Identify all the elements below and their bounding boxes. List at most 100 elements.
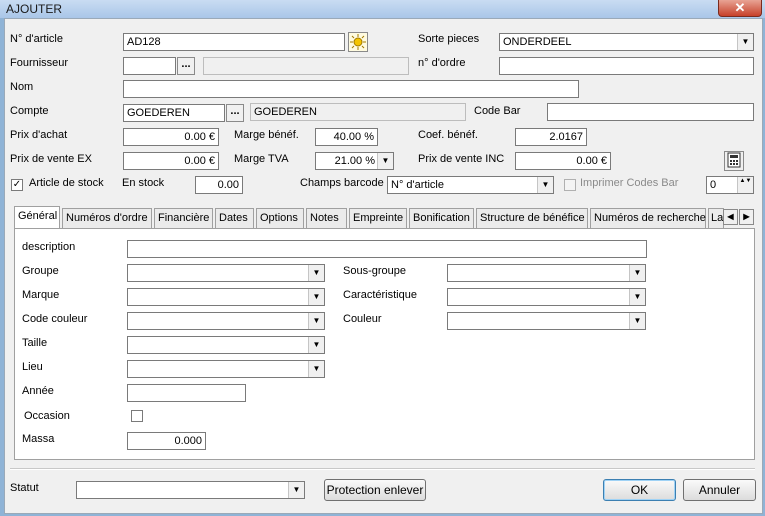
chevron-down-icon[interactable]: ▼ — [377, 153, 393, 169]
mass-label: Massa — [22, 433, 55, 445]
supplier-name-field — [203, 57, 409, 75]
tab-imprint[interactable]: Empreinte — [349, 208, 407, 228]
characteristic-select[interactable]: ▼ — [447, 288, 646, 306]
in-stock-field: 0.00 — [195, 176, 243, 194]
order-no-label: n° d'ordre — [418, 57, 466, 69]
status-select[interactable]: ▼ — [76, 481, 305, 499]
protection-remove-button[interactable]: Protection enlever — [324, 479, 426, 501]
barcode-field-select[interactable]: N° d'article ▼ — [387, 176, 554, 194]
size-select[interactable]: ▼ — [127, 336, 325, 354]
color-code-label: Code couleur — [22, 313, 88, 325]
description-label: description — [22, 241, 76, 253]
tab-search-numbers[interactable]: Numéros de recherche — [590, 208, 706, 228]
article-no-input[interactable]: AD128 — [123, 33, 345, 51]
account-name-field: GOEDEREN — [250, 103, 466, 121]
generate-number-button[interactable] — [348, 32, 368, 52]
supplier-lookup-button[interactable]: ... — [177, 57, 195, 75]
order-no-input[interactable] — [499, 57, 754, 75]
chevron-down-icon[interactable]: ▼ — [737, 34, 753, 50]
chevron-down-icon[interactable]: ▼ — [629, 313, 645, 329]
name-input[interactable] — [123, 80, 579, 98]
vat-select[interactable]: 21.00 % ▼ — [315, 152, 394, 170]
mass-input[interactable]: 0.000 — [127, 432, 206, 450]
tab-bonification[interactable]: Bonification — [409, 208, 474, 228]
print-count-stepper[interactable]: 0 ▲▼ — [706, 176, 754, 194]
in-stock-label: En stock — [122, 177, 165, 189]
barcode-label: Code Bar — [474, 105, 521, 117]
print-barcodes-checkbox[interactable] — [564, 179, 576, 191]
brand-select[interactable]: ▼ — [127, 288, 325, 306]
occasion-label: Occasion — [24, 410, 70, 422]
cancel-button[interactable]: Annuler — [683, 479, 756, 501]
footer-divider — [10, 468, 755, 470]
title-bar — [0, 0, 765, 18]
color-code-select[interactable]: ▼ — [127, 312, 325, 330]
chevron-down-icon[interactable]: ▼ — [308, 289, 324, 305]
tab-scroll-left-icon[interactable]: ◀ — [723, 209, 738, 225]
name-label: Nom — [10, 81, 34, 93]
sale-price-ex-label: Prix de vente EX — [10, 153, 92, 165]
spin-icon[interactable]: ▲▼ — [737, 177, 753, 193]
place-select[interactable]: ▼ — [127, 360, 325, 378]
tab-notes[interactable]: Notes — [306, 208, 347, 228]
calculator-button[interactable] — [724, 151, 744, 171]
occasion-checkbox[interactable] — [131, 410, 143, 422]
group-select[interactable]: ▼ — [127, 264, 325, 282]
chevron-down-icon[interactable]: ▼ — [308, 361, 324, 377]
chevron-down-icon[interactable]: ▼ — [308, 313, 324, 329]
chevron-down-icon[interactable]: ▼ — [308, 337, 324, 353]
print-count-value: 0 — [710, 179, 717, 191]
chevron-down-icon[interactable]: ▼ — [308, 265, 324, 281]
tab-options[interactable]: Options — [256, 208, 304, 228]
stock-article-checkbox[interactable]: ✓ — [11, 179, 23, 191]
tab-general[interactable]: Général — [14, 206, 60, 229]
chevron-down-icon[interactable]: ▼ — [288, 482, 304, 498]
tab-order-numbers[interactable]: Numéros d'ordre — [62, 208, 152, 228]
calculator-icon — [727, 152, 741, 168]
window-title: AJOUTER — [6, 2, 63, 16]
subgroup-select[interactable]: ▼ — [447, 264, 646, 282]
place-label: Lieu — [22, 361, 43, 373]
chevron-down-icon[interactable]: ▼ — [629, 289, 645, 305]
tab-profit-structure[interactable]: Structure de bénéfice — [476, 208, 588, 228]
supplier-label: Fournisseur — [10, 57, 69, 69]
vat-label: Marge TVA — [234, 153, 289, 165]
status-label: Statut — [10, 482, 39, 494]
vat-value: 21.00 % — [334, 155, 375, 167]
print-barcodes-label: Imprimer Codes Bar — [580, 177, 679, 189]
barcode-field-label: Champs barcode — [300, 177, 384, 189]
sun-icon — [350, 34, 366, 50]
close-button[interactable]: ✕ — [718, 0, 762, 17]
barcode-field-value: N° d'article — [391, 179, 444, 191]
sort-value: ONDERDEEL — [503, 36, 572, 48]
coef-label: Coef. bénéf. — [418, 129, 478, 141]
sort-select[interactable]: ONDERDEEL ▼ — [499, 33, 754, 51]
group-label: Groupe — [22, 265, 59, 277]
sale-price-inc-input[interactable]: 0.00 € — [515, 152, 611, 170]
barcode-input[interactable] — [547, 103, 754, 121]
coef-input[interactable]: 2.0167 — [515, 128, 587, 146]
tab-dates[interactable]: Dates — [215, 208, 254, 228]
account-input[interactable]: GOEDEREN — [123, 104, 225, 122]
subgroup-label: Sous-groupe — [343, 265, 406, 277]
tab-panel-general — [14, 228, 755, 460]
description-input[interactable] — [127, 240, 647, 258]
color-label: Couleur — [343, 313, 382, 325]
tab-financial[interactable]: Financière — [154, 208, 213, 228]
year-input[interactable] — [127, 384, 246, 402]
stock-article-label: Article de stock — [29, 177, 104, 189]
chevron-down-icon[interactable]: ▼ — [537, 177, 553, 193]
account-lookup-button[interactable]: ... — [226, 104, 244, 122]
tab-overflow[interactable]: La — [708, 208, 724, 228]
sale-price-ex-input[interactable]: 0.00 € — [123, 152, 219, 170]
chevron-down-icon[interactable]: ▼ — [629, 265, 645, 281]
supplier-input[interactable] — [123, 57, 176, 75]
margin-input[interactable]: 40.00 % — [315, 128, 378, 146]
color-select[interactable]: ▼ — [447, 312, 646, 330]
purchase-price-label: Prix d'achat — [10, 129, 68, 141]
ok-button[interactable]: OK — [603, 479, 676, 501]
brand-label: Marque — [22, 289, 60, 301]
purchase-price-input[interactable]: 0.00 € — [123, 128, 219, 146]
account-label: Compte — [10, 105, 49, 117]
tab-scroll-right-icon[interactable]: ▶ — [739, 209, 754, 225]
